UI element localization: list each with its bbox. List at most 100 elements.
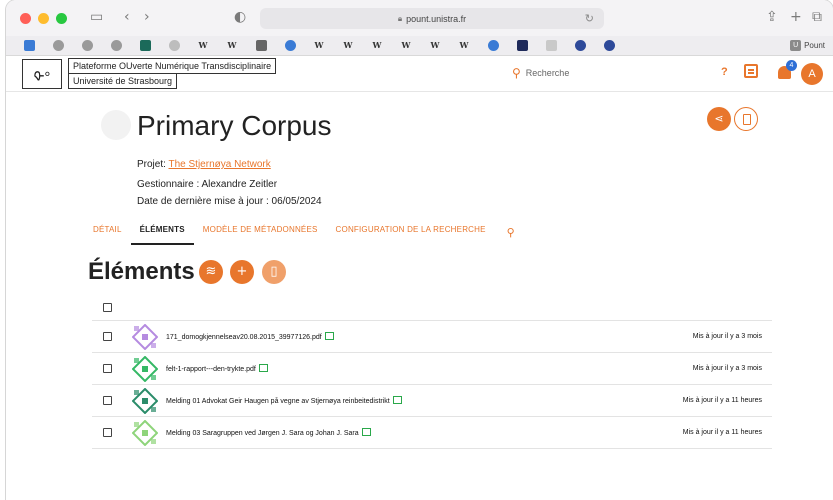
project-label: Projet:: [137, 159, 169, 170]
favorite-pount-label: Pount: [804, 41, 825, 50]
favorite-item[interactable]: [74, 38, 100, 54]
tab-metadata-model[interactable]: MODÈLE DE MÉTADONNÉES: [194, 221, 327, 245]
wikipedia-favorite-icon[interactable]: W: [451, 38, 477, 54]
maximize-window-button[interactable]: [56, 12, 67, 24]
item-checkbox[interactable]: [103, 364, 112, 373]
import-elements-button[interactable]: ≋: [199, 260, 223, 284]
favorite-item[interactable]: [132, 38, 158, 54]
list-item[interactable]: Melding 03 Saragruppen ved Jørgen J. Sar…: [92, 417, 772, 449]
close-window-button[interactable]: [20, 12, 31, 24]
help-button[interactable]: ?: [721, 66, 728, 78]
item-thumbnail: [132, 419, 158, 446]
favorite-item[interactable]: [509, 38, 535, 54]
browser-window: ▭ ‹ › ◐ 🔒︎ pount.unistra.fr ↻ ⇪ + ⧉ W W …: [6, 0, 833, 500]
tab-overview-icon[interactable]: ⧉: [812, 10, 822, 24]
favorites-bar: W W W W W W W W U Pount: [6, 36, 833, 56]
item-checkbox[interactable]: [103, 396, 112, 405]
app-header: ᡐ° Plateforme OUverte Numérique Transdis…: [6, 56, 833, 92]
window-controls: [20, 12, 67, 24]
favorite-item[interactable]: [45, 38, 71, 54]
item-thumbnail: [132, 323, 158, 350]
list-header: [92, 294, 772, 321]
title-bar: ▭ ‹ › ◐ 🔒︎ pount.unistra.fr ↻ ⇪ + ⧉: [6, 0, 833, 36]
back-icon[interactable]: ‹: [124, 10, 130, 24]
item-name-text: Melding 01 Advokat Geir Haugen på vegne …: [166, 397, 390, 405]
list-item[interactable]: 171_domogkjennelseav20.08.2015_39977126.…: [92, 321, 772, 353]
tab-search-config[interactable]: CONFIGURATION DE LA RECHERCHE: [327, 221, 495, 245]
search-icon: ⚲: [512, 66, 521, 80]
wikipedia-favorite-icon[interactable]: W: [335, 38, 361, 54]
item-name-text: Melding 03 Saragruppen ved Jørgen J. Sar…: [166, 429, 359, 437]
public-access-icon: [392, 395, 402, 404]
favorite-item[interactable]: [161, 38, 187, 54]
item-updated: Mis à jour il y a 3 mois: [692, 365, 762, 372]
minimize-window-button[interactable]: [38, 12, 49, 24]
forward-icon[interactable]: ›: [144, 10, 150, 24]
wordpress-favorite-icon[interactable]: [596, 38, 622, 54]
delete-corpus-button[interactable]: [734, 107, 758, 131]
lock-icon: 🔒︎: [397, 13, 403, 23]
item-checkbox[interactable]: [103, 332, 112, 341]
presentation-icon[interactable]: [744, 64, 758, 78]
favorite-item[interactable]: [277, 38, 303, 54]
global-search[interactable]: ⚲ Recherche: [512, 66, 569, 80]
item-name[interactable]: Melding 01 Advokat Geir Haugen på vegne …: [166, 395, 402, 405]
page-title: Primary Corpus: [137, 110, 332, 141]
elements-list: 171_domogkjennelseav20.08.2015_39977126.…: [92, 294, 772, 449]
list-item[interactable]: felt-1-rapport---den-trykte.pdf Mis à jou…: [92, 353, 772, 385]
sidebar-icon[interactable]: ▭: [90, 10, 103, 24]
item-name[interactable]: 171_domogkjennelseav20.08.2015_39977126.…: [166, 331, 334, 341]
project-link[interactable]: The Stjernøya Network: [169, 159, 271, 170]
public-access-icon: [361, 427, 371, 436]
tab-search-icon[interactable]: ⚲: [495, 224, 515, 242]
project-line: Projet: The Stjernøya Network: [137, 159, 271, 170]
list-item[interactable]: Melding 01 Advokat Geir Haugen på vegne …: [92, 385, 772, 417]
favorite-item[interactable]: [538, 38, 564, 54]
manager-line: Gestionnaire : Alexandre Zeitler: [137, 179, 278, 190]
reload-icon[interactable]: ↻: [585, 12, 594, 25]
delete-elements-button[interactable]: ▯: [262, 260, 286, 284]
item-updated: Mis à jour il y a 3 mois: [692, 333, 762, 340]
wikipedia-favorite-icon[interactable]: W: [364, 38, 390, 54]
platform-name: Plateforme OUverte Numérique Transdiscip…: [68, 58, 277, 74]
favorite-item[interactable]: [480, 38, 506, 54]
elements-title: Éléments: [88, 258, 195, 285]
favorite-pount[interactable]: U Pount: [790, 40, 825, 51]
university-name: Université de Strasbourg: [68, 74, 178, 89]
wikipedia-favorite-icon[interactable]: W: [219, 38, 245, 54]
wikipedia-favorite-icon[interactable]: W: [393, 38, 419, 54]
item-thumbnail: [132, 387, 158, 414]
item-name-text: felt-1-rapport---den-trykte.pdf: [166, 365, 256, 373]
user-avatar[interactable]: A: [801, 63, 823, 85]
public-access-icon: [258, 363, 268, 372]
favorite-item[interactable]: [103, 38, 129, 54]
tab-elements[interactable]: ÉLÉMENTS: [130, 221, 194, 245]
wikipedia-favorite-icon[interactable]: W: [190, 38, 216, 54]
address-bar[interactable]: 🔒︎ pount.unistra.fr ↻: [260, 8, 604, 29]
notification-count-badge: 4: [786, 60, 797, 71]
platform-name-block: Plateforme OUverte Numérique Transdiscip…: [68, 58, 277, 89]
corpus-tabs: DÉTAIL ÉLÉMENTS MODÈLE DE MÉTADONNÉES CO…: [84, 221, 515, 245]
tab-detail[interactable]: DÉTAIL: [84, 221, 131, 245]
pount-favicon-icon: U: [790, 40, 802, 51]
select-all-checkbox[interactable]: [103, 302, 112, 312]
share-page-icon[interactable]: ⇪: [766, 10, 778, 24]
pount-logo-icon[interactable]: ᡐ°: [22, 58, 62, 89]
item-checkbox[interactable]: [103, 428, 112, 437]
item-updated: Mis à jour il y a 11 heures: [682, 429, 762, 436]
search-placeholder: Recherche: [525, 68, 570, 78]
item-thumbnail: [132, 355, 158, 382]
last-update-line: Date de dernière mise à jour : 06/05/202…: [137, 196, 322, 207]
favorite-item[interactable]: [16, 38, 42, 54]
item-name[interactable]: felt-1-rapport---den-trykte.pdf: [166, 363, 268, 373]
add-element-button[interactable]: +: [230, 260, 254, 284]
new-tab-icon[interactable]: +: [790, 10, 802, 24]
item-name[interactable]: Melding 03 Saragruppen ved Jørgen J. Sar…: [166, 427, 371, 437]
wordpress-favorite-icon[interactable]: [567, 38, 593, 54]
privacy-shield-icon[interactable]: ◐: [234, 10, 246, 24]
url-text: pount.unistra.fr: [406, 13, 467, 24]
wikipedia-favorite-icon[interactable]: W: [306, 38, 332, 54]
favorite-item[interactable]: [248, 38, 274, 54]
wikipedia-favorite-icon[interactable]: W: [422, 38, 448, 54]
share-button[interactable]: ⋖: [707, 107, 731, 131]
